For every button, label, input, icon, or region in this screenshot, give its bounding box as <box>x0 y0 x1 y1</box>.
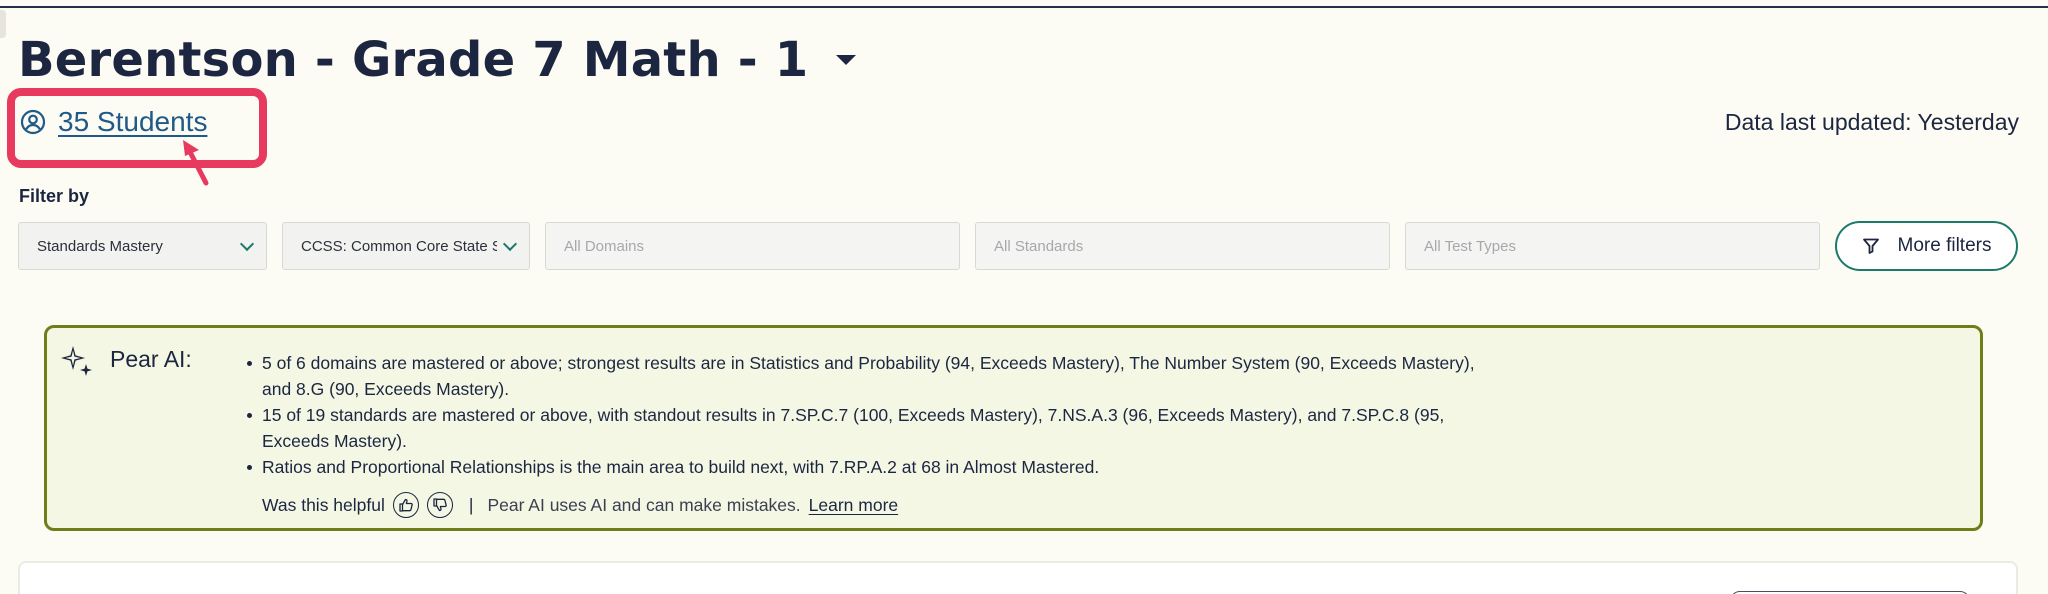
user-circle-icon <box>20 109 46 135</box>
annotation-arrow <box>183 140 209 186</box>
ai-insight-item: 5 of 6 domains are mastered or above; st… <box>247 350 1492 402</box>
side-tab-handle <box>0 10 6 38</box>
students-link[interactable]: 35 Students <box>20 106 207 138</box>
ai-disclaimer: Pear AI uses AI and can make mistakes. <box>487 494 801 515</box>
report-type-select[interactable]: Standards Mastery <box>18 222 267 270</box>
more-filters-button[interactable]: More filters <box>1835 221 2018 271</box>
thumbs-down-icon <box>433 498 447 512</box>
funnel-icon <box>1862 238 1879 254</box>
ai-insight-item: Ratios and Proportional Relationships is… <box>247 454 1492 480</box>
sparkle-icon <box>61 346 92 376</box>
standards-placeholder: All Standards <box>994 237 1084 255</box>
page-title: Berentson - Grade 7 Math - 1 <box>18 32 809 88</box>
report-type-value: Standards Mastery <box>37 237 163 255</box>
thumbs-up-icon <box>399 498 413 512</box>
ai-feedback-row: Was this helpful | Pear AI uses AI and c… <box>262 492 898 518</box>
standard-set-value: CCSS: Common Core State Standards <box>301 237 497 255</box>
chevron-down-icon <box>502 236 518 251</box>
test-types-select[interactable]: All Test Types <box>1405 222 1820 270</box>
helpful-prompt: Was this helpful <box>262 494 385 515</box>
pear-ai-panel: Pear AI: 5 of 6 domains are mastered or … <box>44 325 1983 531</box>
ai-insight-item: 15 of 19 standards are mastered or above… <box>247 402 1492 454</box>
thumbs-up-button[interactable] <box>392 492 419 518</box>
caret-down-icon[interactable] <box>836 55 857 65</box>
page-header: Berentson - Grade 7 Math - 1 <box>18 32 857 88</box>
learn-more-link[interactable]: Learn more <box>809 495 899 516</box>
standard-set-select[interactable]: CCSS: Common Core State Standards <box>282 222 530 270</box>
filter-by-label: Filter by <box>19 186 90 206</box>
data-updated-text: Data last updated: Yesterday <box>1724 109 2019 135</box>
top-divider <box>0 6 2048 8</box>
domains-placeholder: All Domains <box>564 237 645 255</box>
ai-insights-list: 5 of 6 domains are mastered or above; st… <box>247 350 1492 480</box>
feedback-separator: | <box>468 494 474 515</box>
test-types-placeholder: All Test Types <box>1424 237 1516 255</box>
more-filters-label: More filters <box>1897 235 1992 256</box>
thumbs-down-button[interactable] <box>426 492 453 518</box>
domains-select[interactable]: All Domains <box>545 222 960 270</box>
students-count-label[interactable]: 35 Students <box>58 106 207 138</box>
results-card <box>18 561 2018 594</box>
pear-ai-title: Pear AI: <box>110 346 192 372</box>
standards-select[interactable]: All Standards <box>975 222 1390 270</box>
chevron-down-icon <box>239 236 255 251</box>
